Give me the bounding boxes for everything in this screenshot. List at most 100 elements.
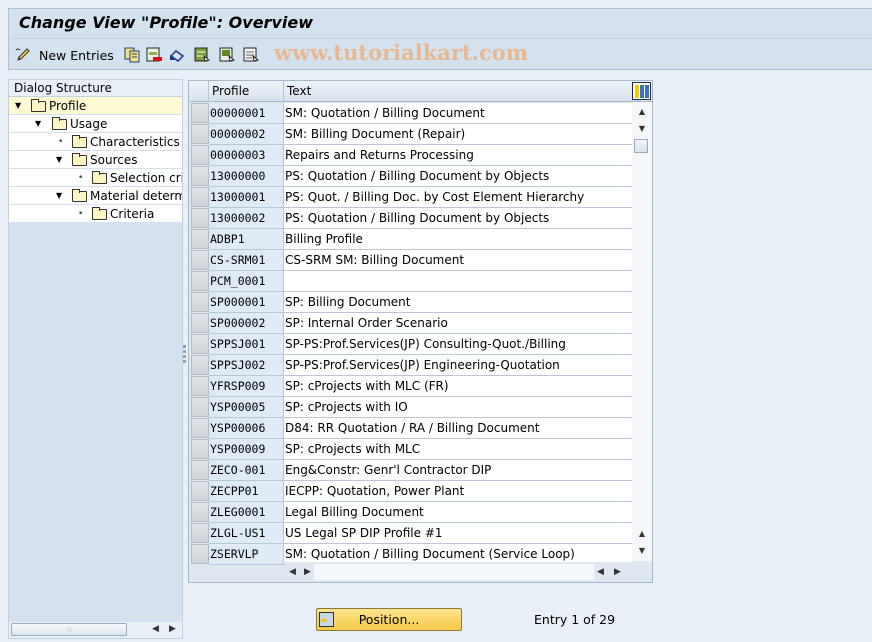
cell-profile[interactable]: ZLGL-US1: [209, 523, 284, 544]
column-header-text[interactable]: Text: [284, 81, 632, 102]
row-selector[interactable]: [191, 355, 209, 375]
table-horizontal-scrollbar[interactable]: ◀ ▶ ◀ ▶: [284, 562, 632, 582]
column-header-profile[interactable]: Profile: [209, 81, 284, 102]
tree-item-material-determination[interactable]: ▼ Material determin: [9, 187, 182, 205]
cell-text[interactable]: US Legal SP DIP Profile #1: [284, 523, 632, 544]
row-selector[interactable]: [191, 334, 209, 354]
row-selector[interactable]: [191, 187, 209, 207]
cell-text[interactable]: SP: Billing Document: [284, 292, 632, 313]
row-selector[interactable]: [191, 271, 209, 291]
cell-profile[interactable]: 13000001: [209, 187, 284, 208]
cell-profile[interactable]: 00000003: [209, 145, 284, 166]
table-vertical-scrollbar[interactable]: ▲ ▼ ▲ ▼: [632, 102, 652, 561]
cell-profile[interactable]: 13000000: [209, 166, 284, 187]
cell-profile[interactable]: ZECO-001: [209, 460, 284, 481]
cell-text[interactable]: D84: RR Quotation / RA / Billing Documen…: [284, 418, 632, 439]
tree-horizontal-scrollbar[interactable]: ::: ◀ ▶: [9, 622, 182, 638]
cell-profile[interactable]: YSP00006: [209, 418, 284, 439]
scroll-right-icon[interactable]: ▶: [169, 624, 176, 634]
tree-item-criteria[interactable]: • Criteria: [9, 205, 182, 223]
cell-text[interactable]: SP: cProjects with MLC (FR): [284, 376, 632, 397]
deselect-all-button[interactable]: [243, 45, 260, 65]
cell-text[interactable]: SP-PS:Prof.Services(JP) Consulting-Quot.…: [284, 334, 632, 355]
delete-button[interactable]: [146, 45, 162, 65]
cell-text[interactable]: CS-SRM SM: Billing Document: [284, 250, 632, 271]
scroll-left-icon[interactable]: ◀: [597, 567, 604, 577]
select-all-button[interactable]: [194, 45, 211, 65]
cell-profile[interactable]: PCM_0001: [209, 271, 284, 292]
tree-item-profile[interactable]: ▼ Profile: [9, 97, 182, 115]
cell-text[interactable]: PS: Quotation / Billing Document by Obje…: [284, 208, 632, 229]
row-selector[interactable]: [191, 124, 209, 144]
tree-item-usage[interactable]: ▼ Usage: [9, 115, 182, 133]
select-block-button[interactable]: [219, 45, 236, 65]
row-selector[interactable]: [191, 502, 209, 522]
cell-profile[interactable]: ZLEG0001: [209, 502, 284, 523]
row-selector[interactable]: [191, 145, 209, 165]
expand-triangle-icon[interactable]: ▼: [35, 115, 45, 132]
cell-text[interactable]: SP: cProjects with IO: [284, 397, 632, 418]
expand-triangle-icon[interactable]: ▼: [56, 151, 66, 168]
cell-profile[interactable]: SPPSJ001: [209, 334, 284, 355]
row-selector[interactable]: [191, 481, 209, 501]
cell-profile[interactable]: 00000002: [209, 124, 284, 145]
row-selector[interactable]: [191, 460, 209, 480]
scroll-up-icon[interactable]: ▲: [633, 104, 651, 120]
cell-text[interactable]: Legal Billing Document: [284, 502, 632, 523]
cell-text[interactable]: [284, 271, 632, 292]
copy-button[interactable]: [124, 45, 140, 65]
cell-profile[interactable]: YSP00009: [209, 439, 284, 460]
cell-text[interactable]: PS: Quotation / Billing Document by Obje…: [284, 166, 632, 187]
scroll-right-icon[interactable]: ▶: [614, 567, 621, 577]
row-selector[interactable]: [191, 418, 209, 438]
cell-text[interactable]: Repairs and Returns Processing: [284, 145, 632, 166]
cell-text[interactable]: Billing Profile: [284, 229, 632, 250]
row-selector[interactable]: [191, 397, 209, 417]
tree-item-characteristics[interactable]: • Characteristics: [9, 133, 182, 151]
cell-profile[interactable]: 13000002: [209, 208, 284, 229]
scroll-down-icon[interactable]: ▼: [633, 121, 651, 137]
row-selector[interactable]: [191, 376, 209, 396]
cell-profile[interactable]: 00000001: [209, 103, 284, 124]
row-selector[interactable]: [191, 544, 209, 564]
cell-profile[interactable]: ZSERVLP: [209, 544, 284, 565]
scrollbar-thumb[interactable]: :::: [11, 623, 127, 636]
cell-profile[interactable]: YFRSP009: [209, 376, 284, 397]
position-button[interactable]: Position...: [316, 608, 462, 631]
new-entries-button[interactable]: New Entries: [15, 45, 114, 65]
cell-profile[interactable]: ADBP1: [209, 229, 284, 250]
scrollbar-thumb[interactable]: [634, 139, 648, 153]
row-selector[interactable]: [191, 208, 209, 228]
row-selector[interactable]: [191, 523, 209, 543]
expand-triangle-icon[interactable]: ▼: [56, 187, 66, 204]
row-selector[interactable]: [191, 229, 209, 249]
cell-profile[interactable]: SP000002: [209, 313, 284, 334]
select-all-rows-cell[interactable]: [189, 81, 209, 102]
column-settings-icon[interactable]: [632, 82, 651, 100]
undo-button[interactable]: [169, 45, 185, 65]
cell-text[interactable]: SP: cProjects with MLC: [284, 439, 632, 460]
row-selector[interactable]: [191, 292, 209, 312]
cell-text[interactable]: IECPP: Quotation, Power Plant: [284, 481, 632, 502]
cell-text[interactable]: SP-PS:Prof.Services(JP) Engineering-Quot…: [284, 355, 632, 376]
scroll-left-icon[interactable]: ◀: [289, 567, 296, 577]
tree-item-sources[interactable]: ▼ Sources: [9, 151, 182, 169]
cell-text[interactable]: SM: Billing Document (Repair): [284, 124, 632, 145]
cell-profile[interactable]: SPPSJ002: [209, 355, 284, 376]
row-selector[interactable]: [191, 313, 209, 333]
cell-text[interactable]: PS: Quot. / Billing Doc. by Cost Element…: [284, 187, 632, 208]
tree-item-selection-criteria[interactable]: • Selection crit: [9, 169, 182, 187]
cell-text[interactable]: Eng&Constr: Genr'l Contractor DIP: [284, 460, 632, 481]
row-selector[interactable]: [191, 250, 209, 270]
cell-text[interactable]: SM: Quotation / Billing Document: [284, 103, 632, 124]
scrollbar-track[interactable]: [314, 564, 594, 580]
cell-text[interactable]: SP: Internal Order Scenario: [284, 313, 632, 334]
scroll-right-icon[interactable]: ▶: [304, 567, 311, 577]
row-selector[interactable]: [191, 439, 209, 459]
expand-triangle-icon[interactable]: ▼: [15, 97, 25, 114]
scroll-page-down-icon[interactable]: ▼: [633, 543, 651, 559]
row-selector[interactable]: [191, 103, 209, 123]
scroll-left-icon[interactable]: ◀: [152, 624, 159, 634]
cell-profile[interactable]: SP000001: [209, 292, 284, 313]
scroll-page-up-icon[interactable]: ▲: [633, 526, 651, 542]
